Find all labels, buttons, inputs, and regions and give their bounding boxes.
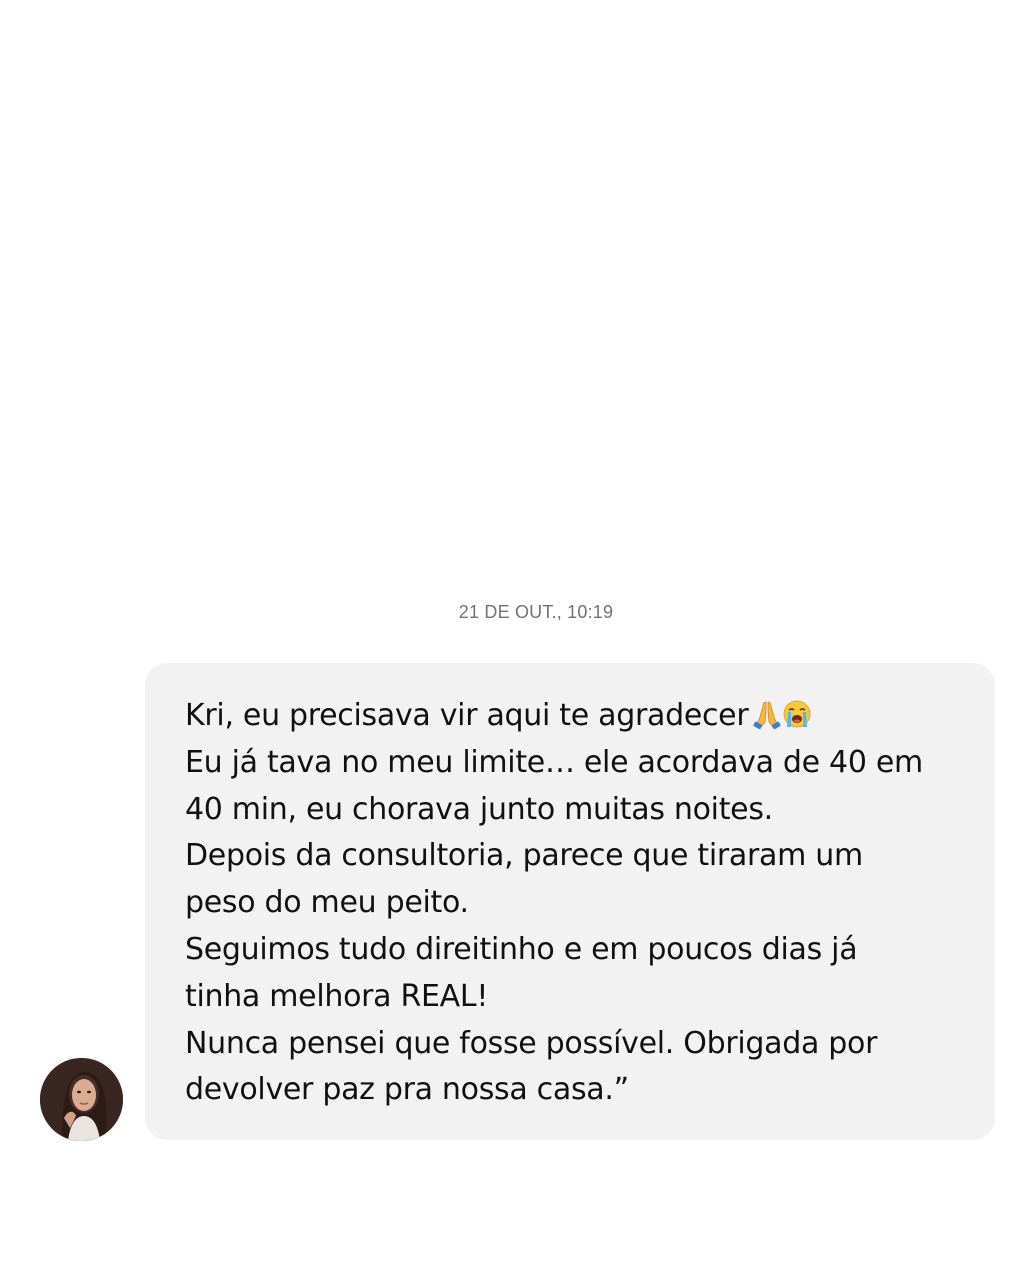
message-timestamp: 21 DE OUT., 10:19: [458, 602, 614, 622]
message-line: Seguimos tudo direitinho e em poucos dia…: [185, 931, 858, 967]
message-line: Depois da consultoria, parece que tirara…: [185, 838, 863, 874]
message-line: devolver paz pra nossa casa.”: [185, 1072, 629, 1108]
message-line: peso do meu peito.: [185, 885, 469, 921]
message-line: Kri, eu precisava vir aqui te agradecer: [185, 693, 965, 740]
message-line: 40 min, eu chorava junto muitas noites.: [185, 791, 773, 827]
chat-thread: 21 DE OUT., 10:19 Kri, eu precisava vir …: [0, 0, 1024, 1280]
message-line: Eu já tava no meu limite… ele acordava d…: [185, 744, 923, 780]
profile-photo-icon: [40, 1058, 123, 1141]
message-line: Nunca pensei que fosse possível. Obrigad…: [185, 1025, 878, 1061]
sender-avatar[interactable]: [40, 1058, 123, 1141]
message-line: tinha melhora REAL!: [185, 978, 489, 1014]
folded-hands-emoji: [753, 701, 781, 729]
loudly-crying-face-emoji: [783, 700, 811, 728]
message-bubble[interactable]: Kri, eu precisava vir aqui te agradecer …: [145, 663, 995, 1140]
